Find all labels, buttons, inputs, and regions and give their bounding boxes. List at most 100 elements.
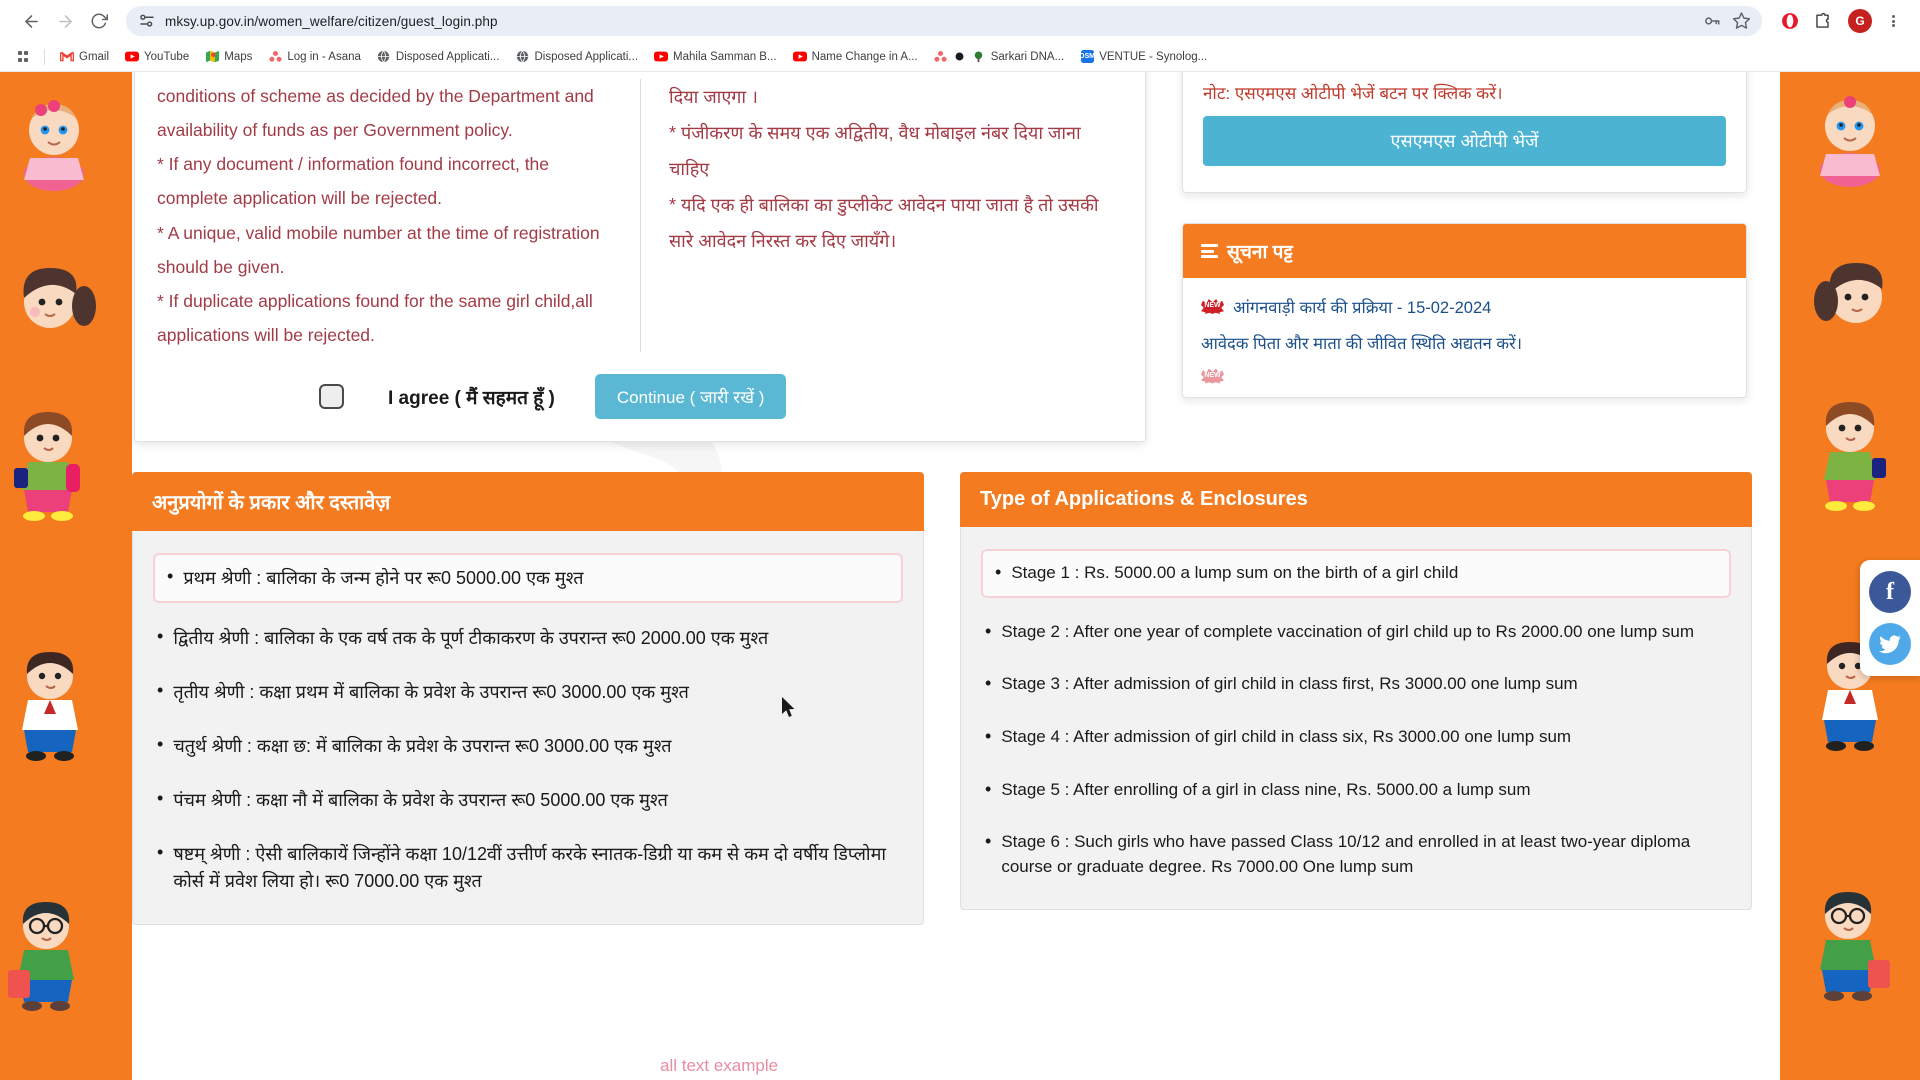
gmail-icon (60, 50, 74, 64)
stage-item[interactable]: • षष्टम् श्रेणी : ऐसी बालिकायें जिन्होंन… (153, 835, 903, 899)
notice-item[interactable]: NEW आंगनवाड़ी कार्य की प्रक्रिया - 15-02… (1201, 296, 1728, 321)
panel-english-body: • Stage 1 : Rs. 5000.00 a lump sum on th… (960, 527, 1752, 911)
bullet-icon: • (985, 778, 992, 799)
bullet-icon: • (985, 673, 992, 694)
bullet-icon: • (157, 680, 164, 701)
bookmark-label: Disposed Applicati... (534, 50, 639, 63)
stage-text: Stage 1 : Rs. 5000.00 a lump sum on the … (1011, 563, 1459, 582)
stage-item[interactable]: • प्रथम श्रेणी : बालिका के जन्म होने पर … (153, 553, 903, 604)
bullet-icon: • (985, 831, 992, 852)
url-text[interactable]: mksy.up.gov.in/women_welfare/citizen/gue… (165, 14, 1692, 29)
notice-item-text[interactable]: आंगनवाड़ी कार्य की प्रक्रिया - 15-02-202… (1233, 296, 1491, 321)
bookmark-maps[interactable]: Maps (198, 47, 259, 67)
stage-text: प्रथम श्रेणी : बालिका के जन्म होने पर रू… (183, 568, 584, 588)
twitter-bird-icon[interactable] (1869, 623, 1911, 665)
stage-text: Stage 6 : Such girls who have passed Cla… (1001, 832, 1691, 876)
terms-text-hindi: दिया जाएगा । * पंजीकरण के समय एक अद्विती… (669, 87, 1099, 251)
stage-item[interactable]: • Stage 4 : After admission of girl chil… (981, 719, 1731, 756)
bookmark-label: Gmail (79, 50, 110, 63)
status-text: all text example (660, 1056, 779, 1075)
asana-icon (268, 50, 282, 64)
bookmark-label: Maps (224, 50, 253, 63)
bookmark-label: YouTube (144, 50, 190, 63)
bullet-icon: • (157, 842, 164, 863)
back-arrow-icon[interactable] (14, 4, 48, 38)
agree-checkbox[interactable] (319, 384, 344, 409)
notice-board-body: NEW आंगनवाड़ी कार्य की प्रक्रिया - 15-02… (1183, 278, 1746, 384)
bullet-icon: • (157, 626, 164, 647)
bullet-icon: • (995, 562, 1002, 582)
site-settings-icon[interactable] (138, 12, 156, 30)
bookmark-star-icon[interactable] (1732, 11, 1752, 31)
password-key-icon[interactable] (1702, 11, 1722, 31)
extensions-puzzle-icon[interactable] (1808, 7, 1836, 35)
stage-item[interactable]: • Stage 6 : Such girls who have passed C… (981, 824, 1731, 885)
mouse-cursor (782, 697, 797, 724)
agree-label: I agree ( मैं सहमत हूँ ) (388, 387, 555, 409)
browser-menu-icon[interactable] (1880, 7, 1906, 35)
globe-icon (377, 50, 391, 64)
browser-chrome: mksy.up.gov.in/women_welfare/citizen/gue… (0, 0, 1920, 72)
notice-item[interactable]: NEW (1201, 366, 1728, 384)
notice-item-text[interactable]: आवेदक पिता और माता की जीवित स्थिति अद्यत… (1201, 332, 1522, 357)
bookmark-name-change[interactable]: Name Change in A... (786, 47, 925, 67)
consent-card: conditions of scheme as decided by the D… (134, 72, 1146, 442)
facebook-glyph: f (1886, 578, 1894, 605)
bookmark-sarkari-dna[interactable]: Sarkari DNA... (927, 47, 1072, 67)
new-badge-icon: NEW (1201, 299, 1224, 314)
dot-icon (953, 50, 967, 64)
bookmark-gmail[interactable]: Gmail (53, 47, 116, 67)
opera-extension-icon[interactable] (1776, 7, 1804, 35)
bookmark-label: VENTUE - Synolog... (1099, 50, 1208, 63)
bookmark-disposed-applications-1[interactable]: Disposed Applicati... (370, 47, 507, 67)
stage-item[interactable]: • Stage 2 : After one year of complete v… (981, 614, 1731, 651)
bookmark-disposed-applications-2[interactable]: Disposed Applicati... (508, 47, 645, 67)
terms-column-hindi: दिया जाएगा । * पंजीकरण के समय एक अद्विती… (640, 79, 1123, 352)
terms-text-english: conditions of scheme as decided by the D… (157, 86, 600, 345)
bookmark-label: Log in - Asana (287, 50, 361, 63)
stage-item[interactable]: • द्वितीय श्रेणी : बालिका के एक वर्ष तक … (153, 619, 903, 657)
send-sms-otp-button[interactable]: एसएमएस ओटीपी भेजें (1203, 116, 1726, 166)
globe-icon (515, 50, 529, 64)
apps-grid-icon[interactable] (10, 45, 36, 69)
profile-avatar[interactable]: G (1848, 9, 1872, 33)
facebook-icon[interactable]: f (1869, 571, 1911, 613)
girl-illustration-glasses-right (1804, 882, 1896, 1002)
stage-item[interactable]: • Stage 1 : Rs. 5000.00 a lump sum on th… (981, 549, 1731, 598)
girl-illustration-glasses (2, 892, 94, 1012)
panel-english-title: Type of Applications & Enclosures (960, 472, 1752, 527)
notice-item[interactable]: आवेदक पिता और माता की जीवित स्थिति अद्यत… (1201, 332, 1728, 357)
stage-item[interactable]: • चतुर्थ श्रेणी : कक्षा छ: में बालिका के… (153, 727, 903, 765)
agree-row: I agree ( मैं सहमत हूँ ) Continue ( जारी… (157, 374, 1123, 419)
reload-icon[interactable] (82, 4, 116, 38)
forward-arrow-icon[interactable] (48, 4, 82, 38)
bookmarks-divider (44, 48, 45, 65)
panel-hindi: अनुप्रयोगों के प्रकार और दस्तावेज़ • प्र… (132, 472, 924, 925)
list-icon (1201, 244, 1218, 258)
girl-illustration-ponytail (10, 262, 102, 342)
bookmark-label: Sarkari DNA... (990, 50, 1065, 63)
stage-item[interactable]: • पंचम श्रेणी : कक्षा नौ में बालिका के प… (153, 781, 903, 819)
left-decorative-rail (0, 72, 132, 1080)
bookmark-label: Name Change in A... (811, 50, 918, 63)
otp-note: नोट: एसएमएस ओटीपी भेजें बटन पर क्लिक करे… (1203, 84, 1503, 103)
terms-column-english: conditions of scheme as decided by the D… (157, 79, 640, 352)
address-bar[interactable]: mksy.up.gov.in/women_welfare/citizen/gue… (126, 6, 1762, 36)
bookmark-label: Disposed Applicati... (395, 50, 500, 63)
girl-illustration-uniform (6, 642, 98, 762)
bullet-icon: • (157, 788, 164, 809)
bookmark-youtube[interactable]: YouTube (118, 47, 196, 67)
page-viewport: S conditions of scheme as decided by the… (0, 72, 1920, 1080)
stage-text: चतुर्थ श्रेणी : कक्षा छ: में बालिका के प… (173, 736, 672, 757)
bookmark-mahila-samman[interactable]: Mahila Samman B... (647, 47, 784, 67)
continue-button[interactable]: Continue ( जारी रखें ) (594, 374, 787, 419)
bookmark-asana[interactable]: Log in - Asana (261, 47, 368, 67)
stage-item[interactable]: • Stage 3 : After admission of girl chil… (981, 666, 1731, 703)
social-dock: f (1860, 560, 1920, 676)
bullet-icon: • (985, 620, 992, 641)
youtube-icon (125, 50, 140, 64)
notice-board-card: सूचना पट्ट NEW आंगनवाड़ी कार्य की प्रक्र… (1182, 223, 1747, 398)
stage-item[interactable]: • Stage 5 : After enrolling of a girl in… (981, 772, 1731, 809)
bookmark-ventue-synology[interactable]: DSM VENTUE - Synolog... (1073, 47, 1214, 67)
youtube-icon (792, 50, 807, 64)
